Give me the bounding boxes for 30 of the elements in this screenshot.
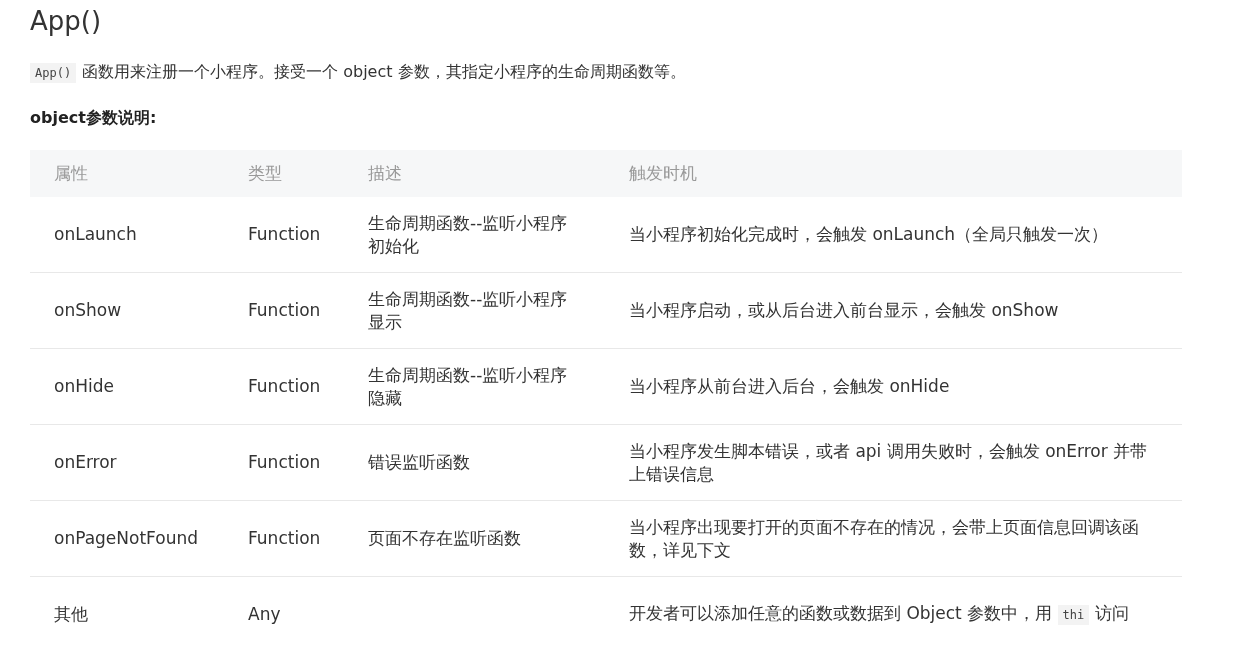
trigger-cell-text: 当小程序启动，或从后台进入前台显示，会触发 onShow xyxy=(628,299,1059,322)
property-cell-text: onLaunch xyxy=(53,223,137,246)
description-cell-text: 生命周期函数--监听小程序初始化 xyxy=(367,211,569,258)
description-cell-text: 生命周期函数--监听小程序隐藏 xyxy=(367,363,569,410)
column-header: 触发时机 xyxy=(628,162,697,185)
page-title: App() xyxy=(30,5,102,38)
type-cell-text: Function xyxy=(247,223,321,246)
trigger-cell-text: 当小程序发生脚本错误，或者 api 调用失败时，会触发 onError 并带上错误信息 xyxy=(628,439,1149,486)
column-header: 类型 xyxy=(247,162,282,185)
column-header: 属性 xyxy=(53,162,88,185)
description-cell-text: 页面不存在监听函数 xyxy=(367,527,521,550)
column-header: 描述 xyxy=(367,162,402,185)
trigger-cell-text: 开发者可以添加任意的函数或数据到 Object 参数中，用 thi 访问 xyxy=(628,602,1130,627)
description-cell-text: 错误监听函数 xyxy=(367,451,470,474)
property-cell-text: 其他 xyxy=(53,603,88,626)
type-cell-text: Function xyxy=(247,451,321,474)
property-cell-text: onError xyxy=(53,451,117,474)
type-cell-text: Any xyxy=(247,603,281,626)
trigger-cell-text: 当小程序出现要打开的页面不存在的情况，会带上页面信息回调该函数，详见下文 xyxy=(628,515,1140,562)
description-cell-text: 生命周期函数--监听小程序显示 xyxy=(367,287,569,334)
trigger-cell-text: 当小程序从前台进入后台，会触发 onHide xyxy=(628,375,950,398)
type-cell-text: Function xyxy=(247,527,321,550)
property-cell-text: onShow xyxy=(53,299,122,322)
property-cell-text: onPageNotFound xyxy=(53,527,199,550)
intro-text: App() 函数用来注册一个小程序。接受一个 object 参数，其指定小程序的生命周期函数等。 xyxy=(30,59,686,86)
type-cell-text: Function xyxy=(247,299,321,322)
section-heading: object参数说明: xyxy=(30,107,157,129)
type-cell-text: Function xyxy=(247,375,321,398)
property-cell-text: onHide xyxy=(53,375,114,398)
trigger-cell-text: 当小程序初始化完成时，会触发 onLaunch（全局只触发一次） xyxy=(628,223,1109,246)
